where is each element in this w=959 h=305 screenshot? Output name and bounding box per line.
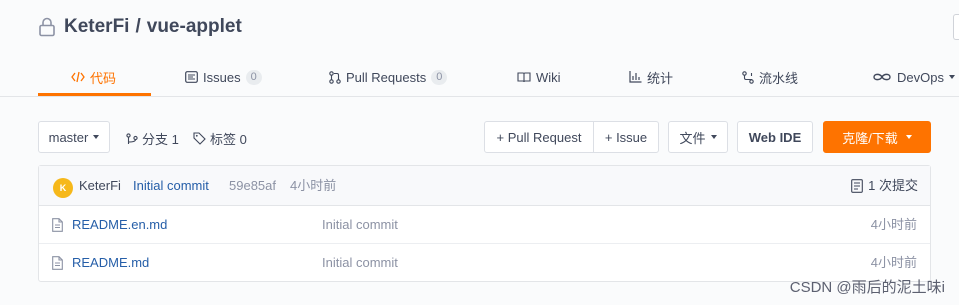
tab-issues-label: Issues	[203, 69, 241, 85]
chevron-down-icon	[905, 135, 912, 139]
tab-issues[interactable]: Issues 0	[185, 57, 262, 97]
tab-code[interactable]: 代码	[71, 57, 116, 97]
tab-stats[interactable]: 统计	[629, 57, 673, 97]
new-pull-request-button[interactable]: + Pull Request	[484, 121, 594, 153]
pull-requests-count-badge: 0	[431, 69, 448, 85]
file-browser: K KeterFi Initial commit 59e85af 4小时前 1 …	[38, 165, 931, 282]
commit-count-label: 1 次提交	[868, 178, 918, 193]
issues-icon	[185, 71, 198, 83]
file-commit-message[interactable]: Initial commit	[322, 217, 398, 233]
tab-wiki-label: Wiki	[536, 69, 561, 85]
files-menu-button[interactable]: 文件	[668, 121, 728, 153]
chevron-down-icon	[710, 135, 717, 139]
tags-link[interactable]: 标签 0	[193, 129, 247, 148]
chevron-down-icon	[93, 135, 100, 139]
file-commit-time: 4小时前	[870, 217, 917, 232]
tab-devops[interactable]: DevOps	[872, 57, 955, 97]
file-commit-time: 4小时前	[870, 255, 917, 270]
wiki-book-icon	[517, 71, 531, 82]
tags-label: 标签 0	[210, 132, 247, 147]
commit-history-icon	[851, 179, 864, 193]
file-icon	[52, 218, 63, 232]
branch-name: master	[48, 129, 89, 145]
repo-title: KeterFi / vue-applet	[38, 16, 242, 38]
repo-name-link[interactable]: vue-applet	[147, 16, 242, 38]
file-commit-message[interactable]: Initial commit	[322, 255, 398, 271]
branches-link[interactable]: 分支 1	[126, 129, 179, 148]
clone-download-label: 克隆/下载	[842, 130, 898, 146]
file-icon	[52, 256, 63, 270]
lock-icon	[39, 17, 55, 37]
file-name-link[interactable]: README.md	[72, 255, 149, 271]
new-pull-request-label: + Pull Request	[496, 129, 582, 145]
infinity-icon	[873, 73, 891, 81]
tab-wiki[interactable]: Wiki	[517, 57, 561, 97]
new-issue-label: + Issue	[604, 129, 648, 145]
tab-devops-label: DevOps	[897, 69, 944, 85]
commit-message-link[interactable]: Initial commit	[133, 178, 209, 194]
file-row[interactable]: README.en.md Initial commit 4小时前	[39, 206, 930, 244]
latest-commit-bar: K KeterFi Initial commit 59e85af 4小时前 1 …	[39, 166, 930, 206]
branch-icon	[126, 132, 138, 144]
commit-count-link[interactable]: 1 次提交	[851, 178, 918, 194]
pull-request-icon	[329, 70, 341, 84]
clone-download-button[interactable]: 克隆/下载	[823, 121, 931, 153]
tab-pipeline[interactable]: 流水线	[742, 57, 798, 97]
tab-pull-requests-label: Pull Requests	[346, 69, 427, 85]
commit-author-link[interactable]: KeterFi	[79, 178, 121, 194]
pipeline-icon	[742, 70, 754, 84]
code-icon	[71, 71, 85, 83]
web-ide-label: Web IDE	[748, 129, 802, 145]
issues-count-badge: 0	[245, 69, 262, 85]
tab-pipeline-label: 流水线	[759, 70, 799, 86]
active-tab-indicator	[38, 93, 151, 96]
web-ide-button[interactable]: Web IDE	[737, 121, 813, 153]
file-name-link[interactable]: README.en.md	[72, 217, 167, 233]
branches-label: 分支 1	[142, 132, 179, 147]
chevron-down-icon	[948, 75, 955, 79]
commit-time: 4小时前	[290, 178, 337, 193]
tab-stats-label: 统计	[647, 70, 674, 86]
files-menu-label: 文件	[679, 130, 706, 146]
commit-hash-link[interactable]: 59e85af	[229, 178, 276, 194]
new-issue-button[interactable]: + Issue	[593, 121, 659, 153]
repo-nav-tabs: 代码 Issues 0 Pull Requests 0 Wiki 统计 流水线 …	[0, 57, 959, 97]
branch-selector[interactable]: master	[38, 121, 110, 153]
stats-chart-icon	[629, 71, 642, 83]
avatar[interactable]: K	[53, 178, 73, 198]
header-action-button[interactable]	[953, 14, 959, 40]
tag-icon	[193, 132, 206, 145]
tab-code-label: 代码	[90, 70, 117, 86]
tab-pull-requests[interactable]: Pull Requests 0	[329, 57, 448, 97]
csdn-watermark: CSDN @雨后的泥土味i	[789, 279, 945, 296]
repo-separator: /	[135, 16, 141, 37]
repo-owner-link[interactable]: KeterFi	[64, 16, 129, 38]
